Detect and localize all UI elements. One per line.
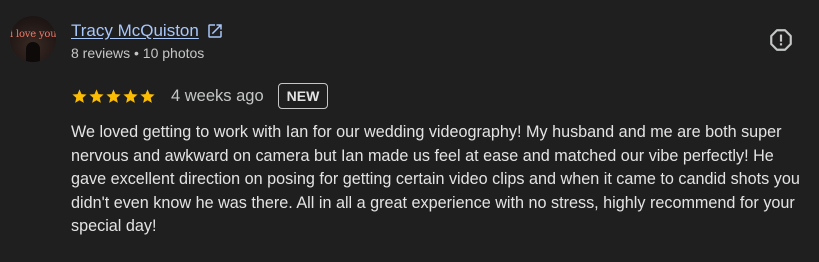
- rating-row: 4 weeks ago NEW: [71, 82, 329, 110]
- avatar-figure: [26, 42, 40, 62]
- new-badge: NEW: [277, 83, 329, 109]
- reviewer-name-row: Tracy McQuiston: [71, 20, 224, 42]
- star-icon: [88, 88, 105, 105]
- avatar[interactable]: i love you: [10, 16, 56, 62]
- star-icon: [122, 88, 139, 105]
- review-card: i love you Tracy McQuiston 8 reviews • 1…: [0, 0, 819, 262]
- star-icon: [139, 88, 156, 105]
- star-icon: [105, 88, 122, 105]
- report-icon[interactable]: [768, 27, 794, 53]
- open-in-new-icon[interactable]: [206, 22, 224, 40]
- reviewer-name-link[interactable]: Tracy McQuiston: [71, 21, 199, 41]
- review-date: 4 weeks ago: [171, 86, 264, 105]
- avatar-text: i love you: [10, 29, 56, 40]
- star-rating: [71, 88, 156, 105]
- reviewer-meta: 8 reviews • 10 photos: [71, 45, 205, 61]
- star-icon: [71, 88, 88, 105]
- review-text: We loved getting to work with Ian for ou…: [71, 123, 800, 235]
